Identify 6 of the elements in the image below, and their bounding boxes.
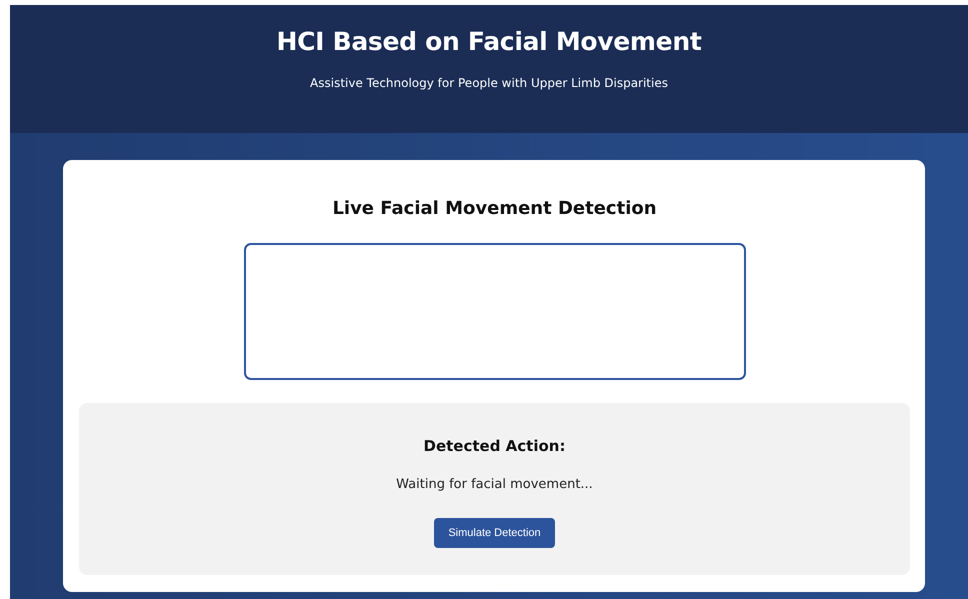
result-label: Detected Action: xyxy=(424,437,566,455)
page-title: HCI Based on Facial Movement xyxy=(276,27,702,56)
page-subtitle: Assistive Technology for People with Upper Limb Disparities xyxy=(310,76,668,90)
simulate-button[interactable]: Simulate Detection xyxy=(434,518,555,548)
result-text: Waiting for facial movement... xyxy=(396,477,593,492)
card-title: Live Facial Movement Detection xyxy=(332,198,657,219)
